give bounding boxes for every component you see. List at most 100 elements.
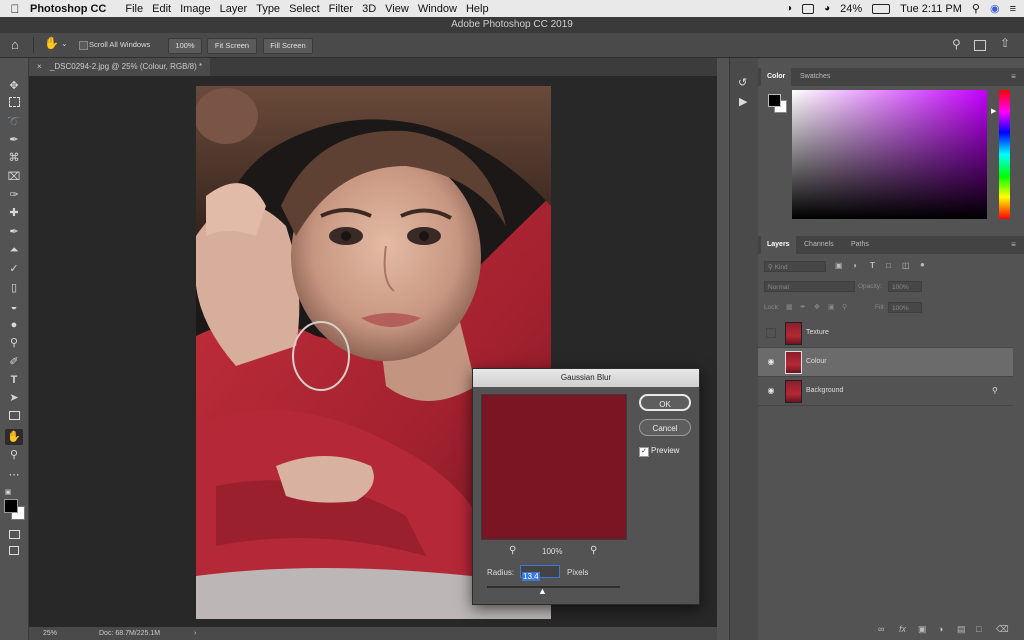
- menu-filter[interactable]: Filter: [329, 3, 362, 15]
- hue-slider[interactable]: [999, 90, 1010, 219]
- opacity-field[interactable]: 100%: [888, 281, 922, 292]
- foreground-color-swatch[interactable]: [4, 499, 18, 513]
- new-group-icon[interactable]: ▤: [957, 624, 966, 635]
- cancel-button[interactable]: Cancel: [639, 419, 691, 436]
- tab-channels[interactable]: Channels: [798, 236, 840, 254]
- filter-type-icon[interactable]: T: [870, 261, 875, 270]
- menu-select[interactable]: Select: [289, 3, 329, 15]
- close-tab-icon[interactable]: ×: [37, 62, 42, 71]
- lock-image-icon[interactable]: ✒: [800, 303, 806, 311]
- blend-mode-select[interactable]: Normal: [764, 281, 855, 292]
- history-brush-tool-icon[interactable]: ✓: [5, 261, 23, 277]
- type-tool-icon[interactable]: T: [5, 372, 23, 388]
- screen-mode-icon[interactable]: [5, 544, 23, 560]
- history-panel-icon[interactable]: ↺: [738, 76, 747, 89]
- filter-pixel-icon[interactable]: ▣: [835, 261, 843, 270]
- tab-color[interactable]: Color: [761, 68, 792, 86]
- preview-checkbox[interactable]: ✓: [639, 447, 649, 457]
- quick-mask-icon[interactable]: [5, 528, 23, 544]
- move-tool-icon[interactable]: ✥: [5, 78, 23, 94]
- actions-play-icon[interactable]: ▶: [739, 95, 747, 108]
- lock-all-icon[interactable]: ⚲: [842, 303, 847, 311]
- menu-app-name[interactable]: Photoshop CC: [30, 3, 115, 15]
- menu-edit[interactable]: Edit: [152, 3, 180, 15]
- menu-type[interactable]: Type: [256, 3, 289, 15]
- hand-tool-icon[interactable]: ✋: [5, 429, 23, 445]
- apple-icon[interactable]: : [0, 2, 30, 16]
- home-icon[interactable]: ⌂: [11, 37, 19, 52]
- airplay-icon[interactable]: [802, 3, 815, 14]
- lasso-tool-icon[interactable]: ➰: [5, 114, 23, 130]
- spotlight-search-icon[interactable]: ⚲: [972, 2, 980, 15]
- blur-tool-icon[interactable]: ●: [5, 317, 23, 333]
- share-icon[interactable]: ⇧: [1000, 36, 1010, 50]
- adjustment-layer-icon[interactable]: ◑: [938, 624, 943, 634]
- frame-tool-icon[interactable]: ⌧: [5, 169, 23, 185]
- filter-toggle-icon[interactable]: ●: [920, 260, 925, 269]
- menu-image[interactable]: Image: [180, 3, 220, 15]
- zoom-100-button[interactable]: 100%: [168, 38, 202, 54]
- more-tools-icon[interactable]: ⋯: [5, 467, 23, 483]
- marquee-tool-icon[interactable]: [5, 96, 23, 112]
- healing-brush-tool-icon[interactable]: ✚: [5, 205, 23, 221]
- status-menu-chevron-icon[interactable]: ›: [194, 627, 196, 640]
- filter-adjustment-icon[interactable]: ◑: [852, 261, 857, 270]
- menu-help[interactable]: Help: [466, 3, 498, 15]
- crop-tool-icon[interactable]: ⌘: [5, 150, 23, 166]
- zoom-level[interactable]: 25%: [43, 627, 57, 640]
- layer-row-colour[interactable]: ◉ Colour: [758, 348, 1013, 377]
- paint-bucket-tool-icon[interactable]: ◒: [5, 299, 23, 315]
- menu-file[interactable]: File: [125, 3, 152, 15]
- zoom-out-icon[interactable]: ⚲: [509, 545, 516, 556]
- clone-stamp-tool-icon[interactable]: ⏶: [5, 242, 23, 258]
- menu-view[interactable]: View: [385, 3, 418, 15]
- tab-layers[interactable]: Layers: [761, 236, 796, 254]
- scroll-all-windows-checkbox[interactable]: [79, 41, 88, 50]
- ok-button[interactable]: OK: [639, 394, 691, 411]
- eye-icon[interactable]: ◉: [766, 357, 776, 367]
- blur-preview[interactable]: [481, 394, 627, 540]
- brush-tool-icon[interactable]: ✒: [5, 224, 23, 240]
- radius-slider-handle-icon[interactable]: ▲: [538, 587, 547, 596]
- document-tab[interactable]: × _DSC0294-2.jpg @ 25% (Colour, RGB/8) *: [29, 58, 211, 76]
- tab-swatches[interactable]: Swatches: [794, 68, 836, 86]
- eye-icon[interactable]: ◉: [766, 386, 776, 396]
- filter-shape-icon[interactable]: □: [886, 261, 891, 270]
- layer-row-texture[interactable]: Texture: [758, 319, 1013, 348]
- color-field[interactable]: [792, 90, 987, 219]
- search-icon[interactable]: ⚲: [952, 37, 961, 51]
- filter-smart-object-icon[interactable]: ◫: [902, 261, 910, 270]
- eraser-tool-icon[interactable]: ▯: [5, 280, 23, 296]
- eyedropper-tool-icon[interactable]: ✑: [5, 187, 23, 203]
- menu-3d[interactable]: 3D: [362, 3, 385, 15]
- layer-filter-kind-select[interactable]: ⚲ Kind: [764, 261, 826, 272]
- dodge-tool-icon[interactable]: ⚲: [5, 335, 23, 351]
- quick-selection-tool-icon[interactable]: ✒: [5, 132, 23, 148]
- layers-panel-menu-icon[interactable]: ≡: [1009, 240, 1018, 249]
- visibility-off-icon[interactable]: [766, 328, 776, 338]
- tool-preset-chevron-icon[interactable]: ⌄: [61, 39, 68, 48]
- delete-layer-icon[interactable]: ⌫: [996, 624, 1009, 635]
- color-panel-menu-icon[interactable]: ≡: [1009, 72, 1018, 81]
- layer-style-icon[interactable]: fx: [899, 624, 906, 634]
- menu-window[interactable]: Window: [418, 3, 466, 15]
- fill-field[interactable]: 100%: [888, 302, 922, 313]
- workspace-icon[interactable]: [974, 40, 986, 51]
- hand-tool-icon[interactable]: ✋: [44, 36, 59, 50]
- siri-icon[interactable]: ◉: [990, 2, 1000, 15]
- creative-cloud-icon[interactable]: ◑: [786, 3, 792, 14]
- zoom-tool-icon[interactable]: ⚲: [5, 447, 23, 463]
- radius-slider-track[interactable]: [487, 586, 620, 588]
- hue-slider-handle-icon[interactable]: ▶: [991, 107, 996, 115]
- lock-transparent-icon[interactable]: ▦: [786, 303, 793, 311]
- path-selection-tool-icon[interactable]: ➤: [5, 390, 23, 406]
- pen-tool-icon[interactable]: ✐: [5, 354, 23, 370]
- radius-input[interactable]: 13.4: [520, 565, 560, 581]
- color-fg-swatch[interactable]: [768, 94, 781, 107]
- zoom-in-icon[interactable]: ⚲: [590, 545, 597, 556]
- tab-paths[interactable]: Paths: [845, 236, 875, 254]
- layer-row-background[interactable]: ◉ Background ⚲: [758, 377, 1013, 406]
- lock-icon[interactable]: ⚲: [992, 386, 998, 395]
- link-layers-icon[interactable]: ∞: [878, 624, 884, 634]
- battery-icon[interactable]: [872, 3, 891, 14]
